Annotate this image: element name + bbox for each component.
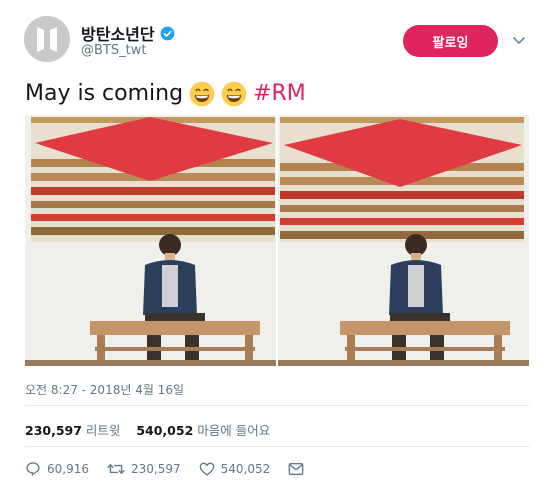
tweet: 방탄소년단 @BTS_twt 팔로잉 May is coming #RM 오전 … xyxy=(0,0,555,500)
retweet-icon xyxy=(107,464,125,474)
avatar[interactable] xyxy=(24,16,70,62)
verified-badge-icon xyxy=(160,26,174,40)
like-count: 540,052 xyxy=(220,462,271,476)
display-name[interactable]: 방탄소년단 xyxy=(81,21,175,45)
tweet-photo-1[interactable] xyxy=(25,115,276,366)
envelope-icon xyxy=(288,463,304,475)
reply-icon xyxy=(26,462,40,476)
tweet-stats: 230,597 리트윗 540,052 마음에 들어요 xyxy=(25,420,270,439)
like-stat-count: 540,052 xyxy=(136,423,194,438)
bts-logo-icon xyxy=(24,16,70,62)
reply-count: 60,916 xyxy=(47,462,89,476)
like-button[interactable]: 540,052 xyxy=(199,461,271,477)
grinning-face-emoji-icon xyxy=(189,81,215,107)
tweet-text-body: May is coming xyxy=(25,81,184,106)
tweet-photo-2[interactable] xyxy=(278,115,529,366)
heart-icon xyxy=(199,462,214,476)
tweet-text: May is coming #RM xyxy=(25,79,306,109)
retweet-button[interactable]: 230,597 xyxy=(107,461,181,477)
direct-message-button[interactable] xyxy=(288,462,310,476)
hashtag-link[interactable]: #RM xyxy=(253,79,306,109)
tweet-timestamp[interactable]: 오전 8:27 - 2018년 4월 16일 xyxy=(25,381,184,398)
like-stat-label: 마음에 들어요 xyxy=(197,423,271,438)
photo-image-1 xyxy=(25,115,276,366)
tweet-actions: 60,916 230,597 540,052 xyxy=(25,461,328,477)
retweet-stat-label: 리트윗 xyxy=(85,423,121,438)
photo-image-2 xyxy=(278,115,529,366)
retweet-count: 230,597 xyxy=(131,462,181,476)
retweet-stat-count: 230,597 xyxy=(25,423,82,438)
divider xyxy=(25,446,530,447)
divider xyxy=(25,405,530,406)
reply-button[interactable]: 60,916 xyxy=(25,461,89,477)
retweet-stat[interactable]: 230,597 리트윗 xyxy=(25,423,120,438)
user-handle[interactable]: @BTS_twt xyxy=(81,43,146,58)
following-button[interactable]: 팔로잉 xyxy=(403,25,498,57)
grinning-face-emoji-icon xyxy=(221,81,247,107)
display-name-text: 방탄소년단 xyxy=(81,25,155,44)
like-stat[interactable]: 540,052 마음에 들어요 xyxy=(136,423,270,438)
chevron-down-icon[interactable] xyxy=(512,36,526,46)
